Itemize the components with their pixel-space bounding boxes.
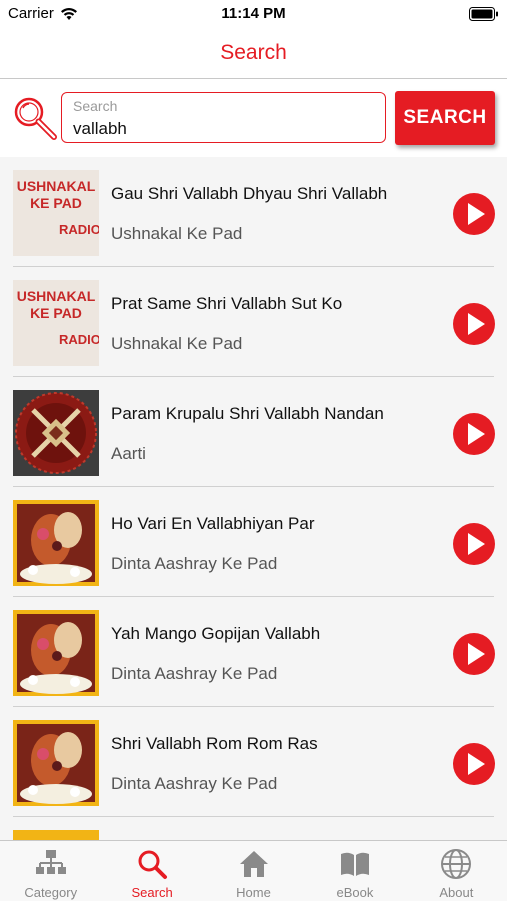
tab-label: eBook (336, 885, 374, 900)
thumbnail-text: USHNAKAL (16, 288, 96, 304)
tab-label: Search (131, 885, 173, 900)
song-title: Prat Same Shri Vallabh Sut Ko (111, 294, 343, 313)
globe-icon (441, 849, 472, 879)
tab-search[interactable]: Search (101, 841, 202, 901)
album-thumbnail (13, 830, 99, 840)
song-album: Ushnakal Ke Pad (111, 224, 243, 243)
song-title: Gau Shri Vallabh Dhyau Shri Vallabh (111, 184, 388, 203)
tab-category[interactable]: Category (0, 841, 101, 901)
album-thumbnail (13, 500, 99, 586)
page-title: Search (220, 41, 287, 64)
thumbnail-text: USHNAKAL (16, 178, 96, 194)
song-title: Ho Vari En Vallabhiyan Par (111, 514, 315, 533)
dinta-artwork (13, 500, 99, 586)
list-item[interactable]: Param Krupalu Shri Vallabh Nandan Aarti (0, 377, 507, 487)
tab-ebook[interactable]: eBook (304, 841, 405, 901)
tab-about[interactable]: About (406, 841, 507, 901)
aarti-artwork (13, 390, 99, 476)
song-album: Dinta Aashray Ke Pad (111, 664, 278, 683)
ebook-icon (340, 852, 369, 876)
dinta-artwork (13, 610, 99, 696)
song-album: Dinta Aashray Ke Pad (111, 774, 278, 793)
dinta-artwork (13, 720, 99, 806)
play-icon[interactable] (452, 522, 496, 566)
tab-label: Category (24, 885, 78, 900)
navigation-bar: Search (0, 28, 507, 79)
tab-home[interactable]: Home (203, 841, 304, 901)
album-thumbnail (13, 390, 99, 476)
play-icon[interactable] (452, 742, 496, 786)
search-area: Search vallabh SEARCH (0, 79, 507, 157)
status-time: 11:14 PM (221, 5, 286, 22)
album-thumbnail: USHNAKAL KE PAD RADIO (13, 170, 99, 256)
radio-logo: RADIO (59, 332, 99, 347)
battery-icon (469, 7, 498, 21)
list-item[interactable]: USHNAKAL KE PAD RADIO Prat Same Shri Vall… (0, 267, 507, 377)
list-item[interactable]: Yah Mango Gopijan Vallabh Dinta Aashray … (0, 597, 507, 707)
status-bar: Carrier 11:14 PM (0, 0, 507, 28)
thumbnail-text: KE PAD (30, 305, 82, 321)
song-album: Ushnakal Ke Pad (111, 334, 243, 353)
play-icon[interactable] (452, 192, 496, 236)
search-input-value: vallabh (73, 119, 127, 138)
play-icon[interactable] (452, 302, 496, 346)
tab-label: About (439, 885, 474, 900)
song-title: Param Krupalu Shri Vallabh Nandan (111, 404, 384, 423)
magnifier-icon (14, 97, 57, 140)
list-item[interactable]: Shri Vallabh Rom Rom Ras Dinta Aashray K… (0, 707, 507, 817)
thumbnail-text: KE PAD (30, 195, 82, 211)
play-icon[interactable] (452, 632, 496, 676)
radio-logo: RADIO (59, 222, 99, 237)
list-item-partial[interactable] (0, 817, 507, 840)
album-thumbnail (13, 610, 99, 696)
tab-label: Home (236, 885, 271, 900)
album-thumbnail (13, 720, 99, 806)
list-item[interactable]: Ho Vari En Vallabhiyan Par Dinta Aashray… (0, 487, 507, 597)
search-input-placeholder: Search (73, 98, 118, 114)
search-input[interactable]: Search vallabh (61, 92, 386, 143)
list-item[interactable]: USHNAKAL KE PAD RADIO Gau Shri Vallabh Dh… (0, 157, 507, 267)
category-icon (35, 850, 66, 874)
results-list[interactable]: USHNAKAL KE PAD RADIO Gau Shri Vallabh Dh… (0, 157, 507, 840)
search-button[interactable]: SEARCH (395, 91, 495, 145)
song-album: Dinta Aashray Ke Pad (111, 554, 278, 573)
album-thumbnail: USHNAKAL KE PAD RADIO (13, 280, 99, 366)
search-icon (138, 850, 168, 879)
song-title: Yah Mango Gopijan Vallabh (111, 624, 321, 643)
home-icon (239, 851, 268, 877)
tab-bar: Category Search Home eBook About (0, 840, 507, 901)
play-icon[interactable] (452, 412, 496, 456)
song-album: Aarti (111, 444, 146, 463)
song-title: Shri Vallabh Rom Rom Ras (111, 734, 318, 753)
